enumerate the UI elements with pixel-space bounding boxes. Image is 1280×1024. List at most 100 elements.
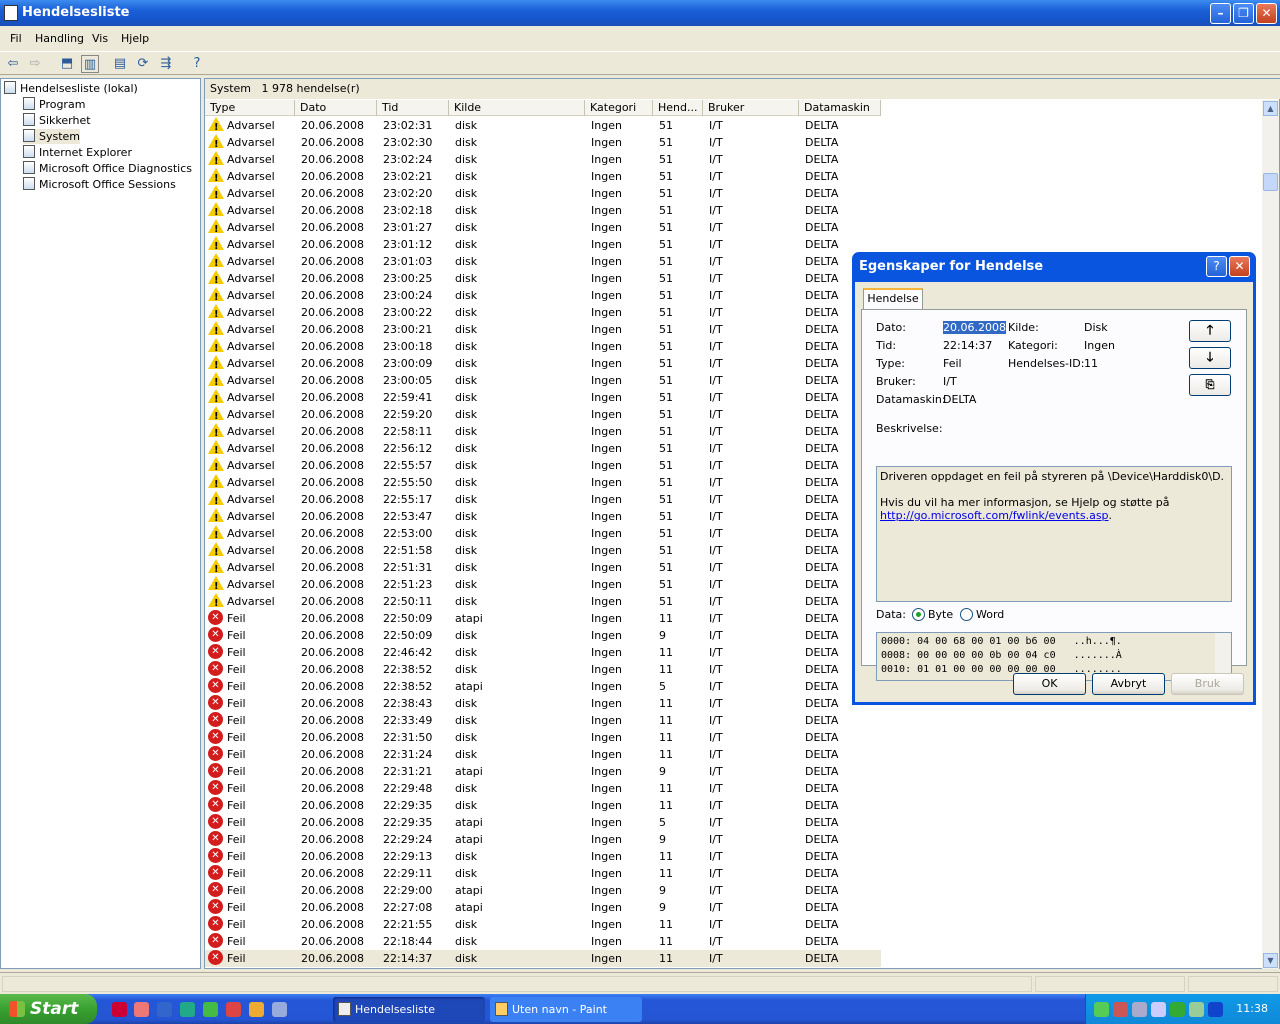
table-row[interactable]: ✕ Feil 20.06.2008 22:29:24 atapi Ingen 9 I/T DEL… (205, 831, 881, 848)
table-row[interactable]: Advarsel 20.06.2008 23:00:09 disk Ingen 51 I/T… (205, 355, 881, 374)
dialog-title[interactable]: Egenskaper for Hendelse (852, 252, 1256, 282)
task-hendelsesliste[interactable]: Hendelsesliste (333, 997, 485, 1022)
table-row[interactable]: Advarsel 20.06.2008 22:59:20 disk Ingen 51 I/T… (205, 406, 881, 425)
table-row[interactable]: ✕ Feil 20.06.2008 22:14:37 disk Ingen 11 I/T DEL… (205, 950, 881, 967)
cancel-button[interactable]: Avbryt (1092, 673, 1165, 695)
table-row[interactable]: ✕ Feil 20.06.2008 22:29:48 disk Ingen 11 I/T DEL… (205, 780, 881, 797)
table-row[interactable]: ✕ Feil 20.06.2008 22:29:35 disk Ingen 11 I/T DEL… (205, 797, 881, 814)
start-button[interactable]: Start (0, 994, 97, 1024)
export-list-icon[interactable]: ⇶ (157, 55, 175, 73)
column-source[interactable]: Kilde (449, 100, 585, 116)
column-computer[interactable]: Datamaskin (799, 100, 881, 116)
table-row[interactable]: Advarsel 20.06.2008 23:00:18 disk Ingen 51 I/T… (205, 338, 881, 357)
table-row[interactable]: Advarsel 20.06.2008 22:55:50 disk Ingen 51 I/T… (205, 474, 881, 493)
ok-button[interactable]: OK (1013, 673, 1086, 695)
table-row[interactable]: Advarsel 20.06.2008 22:58:11 disk Ingen 51 I/T… (205, 423, 881, 442)
table-row[interactable]: Advarsel 20.06.2008 23:00:24 disk Ingen 51 I/T… (205, 287, 881, 306)
back-arrow-icon[interactable]: ⇦ (4, 55, 22, 73)
table-row[interactable]: Advarsel 20.06.2008 22:51:31 disk Ingen 51 I/T… (205, 559, 881, 578)
column-time[interactable]: Tid (377, 100, 449, 116)
table-row[interactable]: Advarsel 20.06.2008 23:02:21 disk Ingen 51 I/T… (205, 168, 881, 187)
table-row[interactable]: Advarsel 20.06.2008 23:00:21 disk Ingen 51 I/T… (205, 321, 881, 340)
column-event-id[interactable]: Hend... (653, 100, 703, 116)
scroll-down-arrow-icon[interactable]: ▼ (1263, 953, 1278, 968)
column-category[interactable]: Kategori (585, 100, 653, 116)
opera-icon[interactable] (112, 1002, 127, 1017)
scroll-up-arrow-icon[interactable]: ▲ (1263, 101, 1278, 116)
tray-icon-1[interactable] (1094, 1002, 1109, 1017)
table-row[interactable]: Advarsel 20.06.2008 22:53:00 disk Ingen 51 I/T… (205, 525, 881, 544)
up-folder-icon[interactable]: ⬒ (58, 55, 76, 73)
table-row[interactable]: Advarsel 20.06.2008 23:02:20 disk Ingen 51 I/T… (205, 185, 881, 204)
table-row[interactable]: ✕ Feil 20.06.2008 22:27:08 atapi Ingen 9 I/T DEL… (205, 899, 881, 916)
table-row[interactable]: Advarsel 20.06.2008 22:50:11 disk Ingen 51 I/T… (205, 593, 881, 612)
tray-icon-5[interactable] (1170, 1002, 1185, 1017)
media-icon[interactable] (272, 1002, 287, 1017)
column-date[interactable]: Dato (295, 100, 377, 116)
table-row[interactable]: ✕ Feil 20.06.2008 22:21:55 disk Ingen 11 I/T DEL… (205, 916, 881, 933)
column-type[interactable]: Type (205, 100, 295, 116)
table-row[interactable]: Advarsel 20.06.2008 23:01:27 disk Ingen 51 I/T… (205, 219, 881, 238)
tray-icon-2[interactable] (1113, 1002, 1128, 1017)
radio-word[interactable]: Word (960, 608, 1004, 621)
tray-icon-3[interactable] (1132, 1002, 1147, 1017)
table-row[interactable]: Advarsel 20.06.2008 22:53:47 disk Ingen 51 I/T… (205, 508, 881, 527)
close-button[interactable]: ✕ (1256, 3, 1277, 24)
table-row[interactable]: Advarsel 20.06.2008 23:02:31 disk Ingen 51 I/T… (205, 117, 881, 136)
help-link[interactable]: http://go.microsoft.com/fwlink/events.as… (880, 509, 1109, 522)
vertical-scrollbar[interactable]: ▲ ▼ (1262, 100, 1279, 969)
forward-arrow-icon[interactable]: ⇨ (26, 55, 44, 73)
radio-byte[interactable]: Byte (912, 608, 953, 621)
table-row[interactable]: Advarsel 20.06.2008 22:51:23 disk Ingen 51 I/T… (205, 576, 881, 595)
table-row[interactable]: ✕ Feil 20.06.2008 22:38:52 disk Ingen 11 I/T DEL… (205, 661, 881, 678)
task-paint[interactable]: Uten navn - Paint (490, 997, 642, 1022)
value-date[interactable]: 20.06.2008 (943, 321, 1006, 334)
scroll-thumb[interactable] (1263, 173, 1278, 191)
table-row[interactable]: Advarsel 20.06.2008 22:55:57 disk Ingen 51 I/T… (205, 457, 881, 476)
tree-root[interactable]: Hendelsesliste (lokal) (4, 81, 138, 96)
table-row[interactable]: ✕ Feil 20.06.2008 22:29:35 atapi Ingen 5 I/T DEL… (205, 814, 881, 831)
menu-handling[interactable]: Handling (35, 32, 84, 45)
table-row[interactable]: Advarsel 20.06.2008 22:59:41 disk Ingen 51 I/T… (205, 389, 881, 408)
tab-hendelse[interactable]: Hendelse (863, 288, 923, 310)
help-icon[interactable]: ? (188, 55, 206, 73)
table-row[interactable]: Advarsel 20.06.2008 22:51:58 disk Ingen 51 I/T… (205, 542, 881, 561)
tray-icon-4[interactable] (1151, 1002, 1166, 1017)
table-row[interactable]: Advarsel 20.06.2008 22:56:12 disk Ingen 51 I/T… (205, 440, 881, 459)
table-row[interactable]: Advarsel 20.06.2008 22:55:17 disk Ingen 51 I/T… (205, 491, 881, 510)
maximize-button[interactable]: ❐ (1233, 3, 1254, 24)
table-row[interactable]: ✕ Feil 20.06.2008 22:31:50 disk Ingen 11 I/T DEL… (205, 729, 881, 746)
calculator-icon[interactable] (226, 1002, 241, 1017)
previous-event-button[interactable]: 🡑 (1189, 320, 1231, 342)
table-row[interactable]: Advarsel 20.06.2008 23:02:30 disk Ingen 51 I/T… (205, 134, 881, 153)
table-row[interactable]: ✕ Feil 20.06.2008 22:50:09 atapi Ingen 11 I/T DE… (205, 610, 881, 627)
table-row[interactable]: Advarsel 20.06.2008 23:01:12 disk Ingen 51 I/T… (205, 236, 881, 255)
table-row[interactable]: ✕ Feil 20.06.2008 22:18:44 disk Ingen 11 I/T DEL… (205, 933, 881, 950)
menu-hjelp[interactable]: Hjelp (121, 32, 149, 45)
table-row[interactable]: Advarsel 20.06.2008 23:00:22 disk Ingen 51 I/T… (205, 304, 881, 323)
table-row[interactable]: Advarsel 20.06.2008 23:02:18 disk Ingen 51 I/T… (205, 202, 881, 221)
tree-item-office-sessions[interactable]: Microsoft Office Sessions (23, 177, 176, 192)
table-row[interactable]: ✕ Feil 20.06.2008 22:38:43 disk Ingen 11 I/T DEL… (205, 695, 881, 712)
menu-vis[interactable]: Vis (92, 32, 108, 45)
table-row[interactable]: ✕ Feil 20.06.2008 22:29:13 disk Ingen 11 I/T DEL… (205, 848, 881, 865)
firefox-icon[interactable] (134, 1002, 149, 1017)
tool-icon[interactable] (180, 1002, 195, 1017)
tree-item-program[interactable]: Program (23, 97, 85, 112)
title-bar[interactable]: Hendelsesliste – ❐ ✕ (0, 0, 1280, 26)
show-tree-icon[interactable]: ▥ (81, 55, 99, 73)
description-box[interactable]: Driveren oppdaget en feil på styreren på… (876, 466, 1232, 602)
table-row[interactable]: Advarsel 20.06.2008 23:01:03 disk Ingen 51 I/T… (205, 253, 881, 272)
tree-item-system[interactable]: System (23, 129, 81, 144)
table-row[interactable]: ✕ Feil 20.06.2008 22:33:49 disk Ingen 11 I/T DEL… (205, 712, 881, 729)
dialog-close-button[interactable]: ✕ (1229, 256, 1250, 277)
table-row[interactable]: Advarsel 20.06.2008 23:00:25 disk Ingen 51 I/T… (205, 270, 881, 289)
menu-fil[interactable]: Fil (10, 32, 22, 45)
minimize-button[interactable]: – (1210, 3, 1231, 24)
table-row[interactable]: ✕ Feil 20.06.2008 22:31:21 atapi Ingen 9 I/T DEL… (205, 763, 881, 780)
table-row[interactable]: ✕ Feil 20.06.2008 22:46:42 disk Ingen 11 I/T DEL… (205, 644, 881, 661)
people-icon[interactable] (203, 1002, 218, 1017)
tree-item-office-diagnostics[interactable]: Microsoft Office Diagnostics (23, 161, 192, 176)
properties-icon[interactable]: ▤ (111, 55, 129, 73)
tray-icon-7[interactable] (1208, 1002, 1223, 1017)
